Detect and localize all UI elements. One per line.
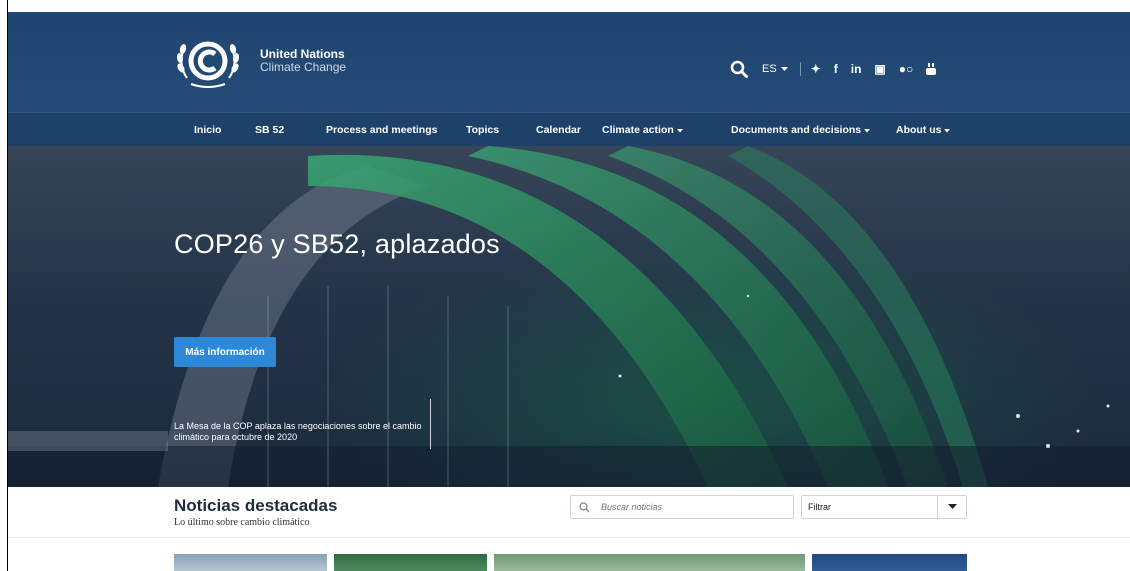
header-tools: ES ✦ f in ▣ ●○	[728, 58, 937, 80]
chevron-down-icon	[780, 63, 788, 75]
nav-item-climate-action-label: Climate action	[602, 124, 674, 136]
featured-news-header: Noticias destacadas Lo último sobre camb…	[8, 487, 1130, 538]
news-search-input[interactable]	[599, 501, 783, 513]
site-header: United Nations Climate Change ES ✦ f in …	[8, 12, 1130, 112]
nav-item-topics[interactable]: Topics	[466, 124, 499, 136]
nav-item-process-and-meetings[interactable]: Process and meetings	[326, 124, 437, 136]
news-card-image[interactable]	[812, 554, 967, 571]
nav-item-about-us[interactable]: About us	[896, 124, 951, 136]
hero-title: COP26 y SB52, aplazados	[174, 229, 500, 259]
nav-item-documents-and-decisions[interactable]: Documents and decisions	[731, 124, 871, 136]
chevron-down-icon[interactable]	[937, 496, 966, 518]
flickr-icon[interactable]: ●○	[899, 62, 914, 76]
news-cards	[8, 554, 1130, 571]
divider	[799, 62, 801, 76]
search-icon	[579, 501, 599, 513]
section-subtitle: Lo último sobre cambio climático	[174, 517, 310, 528]
filter-select[interactable]: Filtrar	[801, 495, 967, 519]
instagram-icon[interactable]: ▣	[874, 62, 885, 76]
facebook-icon[interactable]: f	[834, 62, 838, 76]
search-icon[interactable]	[728, 58, 750, 80]
twitter-icon[interactable]: ✦	[811, 62, 821, 76]
language-selector[interactable]: ES	[762, 63, 788, 75]
nav-item-sb52[interactable]: SB 52	[255, 124, 284, 136]
chevron-down-icon	[676, 124, 683, 136]
filter-label: Filtrar	[808, 502, 831, 512]
chevron-down-icon	[864, 124, 871, 136]
hero-divider	[430, 399, 431, 449]
nav-item-inicio[interactable]: Inicio	[194, 124, 221, 136]
news-card-image[interactable]	[174, 554, 327, 571]
main-navigation: Inicio SB 52 Process and meetings Topics…	[8, 112, 1130, 148]
window-edge	[0, 0, 8, 571]
news-card-image[interactable]	[494, 554, 805, 571]
news-card-image[interactable]	[334, 554, 487, 571]
youtube-icon[interactable]	[926, 63, 937, 75]
news-search[interactable]	[570, 495, 794, 519]
hero-caption[interactable]: La Mesa de la COP aplaza las negociacion…	[174, 421, 424, 443]
un-climate-logo[interactable]	[173, 34, 243, 92]
brand-line-2: Climate Change	[260, 60, 347, 74]
section-title: Noticias destacadas	[174, 496, 338, 515]
linkedin-icon[interactable]: in	[851, 62, 862, 76]
website: United Nations Climate Change ES ✦ f in …	[8, 12, 1130, 571]
hero-banner: COP26 y SB52, aplazados Más información …	[8, 146, 1130, 487]
social-links: ✦ f in ▣ ●○	[811, 62, 937, 76]
chevron-down-icon	[944, 124, 951, 136]
nav-item-climate-action[interactable]: Climate action	[602, 124, 683, 136]
nav-item-about-label: About us	[896, 124, 942, 136]
nav-item-calendar[interactable]: Calendar	[536, 124, 581, 136]
brand-name[interactable]: United Nations Climate Change	[260, 48, 346, 74]
more-info-button[interactable]: Más información	[174, 337, 276, 367]
language-label: ES	[762, 63, 777, 75]
nav-item-documents-label: Documents and decisions	[731, 124, 862, 136]
